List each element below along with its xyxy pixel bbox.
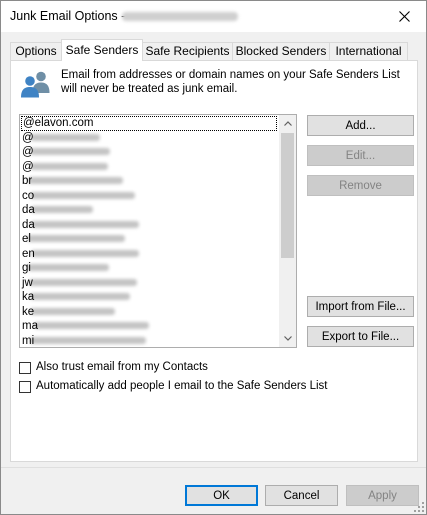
list-item-address: da <box>22 204 35 216</box>
list-item[interactable]: @ <box>20 145 278 160</box>
redacted-text <box>30 206 93 214</box>
list-item-address: @ <box>22 146 34 158</box>
people-icon <box>21 71 50 98</box>
junk-email-options-dialog: Junk Email Options - Options Safe Sender… <box>0 0 427 515</box>
list-item-address: @elavon.com <box>23 117 94 129</box>
list-item[interactable]: en <box>20 247 278 262</box>
resize-grip-icon[interactable] <box>414 502 424 512</box>
auto-add-label[interactable]: Automatically add people I email to the … <box>36 380 328 392</box>
import-from-file-button[interactable]: Import from File... <box>307 296 414 317</box>
remove-button[interactable]: Remove <box>307 175 414 196</box>
list-item[interactable]: el <box>20 232 278 247</box>
trust-contacts-checkbox[interactable] <box>19 362 31 374</box>
redacted-text <box>30 293 131 301</box>
list-item-address: @ <box>22 131 34 144</box>
apply-button[interactable]: Apply <box>346 485 419 506</box>
safe-senders-panel: Email from addresses or domain names on … <box>10 60 418 462</box>
list-item-address: ma <box>22 320 38 332</box>
trust-contacts-label[interactable]: Also trust email from my Contacts <box>36 361 208 373</box>
redacted-text <box>30 307 116 315</box>
list-item[interactable]: co <box>20 189 278 204</box>
list-item-address: @ <box>22 160 34 173</box>
redacted-text <box>28 177 124 185</box>
safe-senders-list[interactable]: @elavon.com@@@brcodadaelengijwkakemamino… <box>19 114 297 348</box>
add-button[interactable]: Add... <box>307 115 414 136</box>
info-text: Email from addresses or domain names on … <box>61 69 400 95</box>
close-icon <box>398 11 410 22</box>
list-item-address: jw <box>22 276 33 289</box>
list-item[interactable]: da <box>20 203 278 218</box>
list-item[interactable]: da <box>20 218 278 233</box>
redacted-text <box>30 249 139 257</box>
chevron-up-icon <box>283 121 292 126</box>
redacted-text <box>30 191 136 199</box>
list-item[interactable]: jw <box>20 276 278 291</box>
redacted-text <box>29 133 100 141</box>
redacted-text <box>26 235 125 243</box>
close-button[interactable] <box>386 3 422 30</box>
tab-options[interactable]: Options <box>10 42 62 60</box>
tab-international[interactable]: International <box>329 42 408 60</box>
footer-divider <box>1 467 426 468</box>
export-to-file-button[interactable]: Export to File... <box>307 326 414 347</box>
list-item[interactable]: @elavon.com <box>21 116 277 131</box>
list-item-address: el <box>22 233 31 245</box>
auto-add-checkbox[interactable] <box>19 381 31 393</box>
list-item-address: ka <box>22 291 35 303</box>
redacted-text <box>28 278 137 286</box>
ok-button[interactable]: OK <box>185 485 258 506</box>
redacted-text <box>33 322 149 330</box>
list-item-address: gi <box>22 262 31 274</box>
scroll-down-button[interactable] <box>279 330 296 347</box>
tab-safe-recipients[interactable]: Safe Recipients <box>142 42 233 60</box>
list-item[interactable]: br <box>20 174 278 189</box>
redacted-text <box>26 264 109 272</box>
tab-blocked-senders[interactable]: Blocked Senders <box>232 42 330 60</box>
scroll-up-button[interactable] <box>279 115 296 132</box>
redacted-text <box>29 148 110 156</box>
list-item[interactable]: gi <box>20 261 278 276</box>
vertical-scrollbar[interactable] <box>279 115 296 347</box>
scroll-thumb[interactable] <box>281 133 294 258</box>
tab-safe-senders[interactable]: Safe Senders <box>61 39 143 61</box>
redacted-text <box>30 336 147 344</box>
list-item[interactable]: mi <box>20 334 278 348</box>
list-item[interactable]: @ <box>20 160 278 175</box>
list-item[interactable]: @ <box>20 131 278 146</box>
list-item-address: br <box>22 175 33 187</box>
title-bar[interactable]: Junk Email Options - <box>1 1 426 32</box>
list-item-address: mi <box>22 334 35 347</box>
redacted-text <box>30 220 139 228</box>
list-item[interactable]: ma <box>20 319 278 334</box>
list-item-address: co <box>22 189 35 202</box>
list-item-address: da <box>22 218 35 231</box>
list-item[interactable]: ke <box>20 305 278 320</box>
list-item-address: ke <box>22 305 35 318</box>
list-item-address: en <box>22 247 35 260</box>
chevron-down-icon <box>283 336 292 341</box>
edit-button[interactable]: Edit... <box>307 145 414 166</box>
cancel-button[interactable]: Cancel <box>265 485 338 506</box>
list-item[interactable]: ka <box>20 290 278 305</box>
window-title: Junk Email Options - <box>10 9 126 23</box>
redacted-text <box>29 162 108 170</box>
list-rows: @elavon.com@@@brcodadaelengijwkakemamino… <box>20 115 278 348</box>
redacted-account-name <box>122 12 238 21</box>
